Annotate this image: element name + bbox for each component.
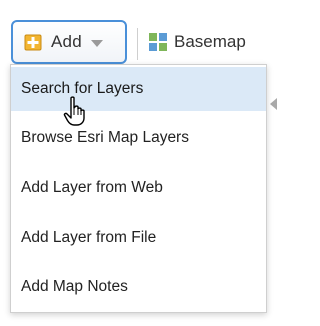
grid-icon (149, 33, 167, 51)
menu-item-add-layer-from-web[interactable]: Add Layer from Web (11, 166, 266, 210)
add-button[interactable]: Add (11, 20, 127, 64)
page: Add Basemap Search for Layers Browse Esr… (0, 0, 283, 326)
menu-item-label: Add Map Notes (21, 278, 128, 295)
plus-document-icon (24, 32, 44, 52)
toolbar-divider (137, 28, 138, 60)
add-dropdown-menu: Search for Layers Browse Esri Map Layers… (10, 64, 267, 313)
collapse-arrow-icon[interactable] (270, 98, 277, 110)
basemap-button[interactable]: Basemap (149, 22, 246, 62)
menu-item-label: Browse Esri Map Layers (21, 129, 189, 146)
chevron-down-icon (90, 39, 103, 47)
menu-item-label: Add Layer from File (21, 229, 157, 246)
basemap-button-label: Basemap (174, 32, 246, 51)
menu-item-add-layer-from-file[interactable]: Add Layer from File (11, 216, 266, 260)
menu-item-label: Add Layer from Web (21, 179, 163, 196)
background-panel-left (0, 60, 10, 326)
menu-item-browse-esri-map-layers[interactable]: Browse Esri Map Layers (11, 116, 266, 160)
menu-item-search-for-layers[interactable]: Search for Layers (11, 67, 266, 111)
menu-item-label: Search for Layers (21, 80, 144, 97)
menu-item-add-map-notes[interactable]: Add Map Notes (11, 265, 266, 309)
map-toolbar: Add Basemap (0, 0, 283, 64)
add-button-label: Add (51, 32, 82, 51)
